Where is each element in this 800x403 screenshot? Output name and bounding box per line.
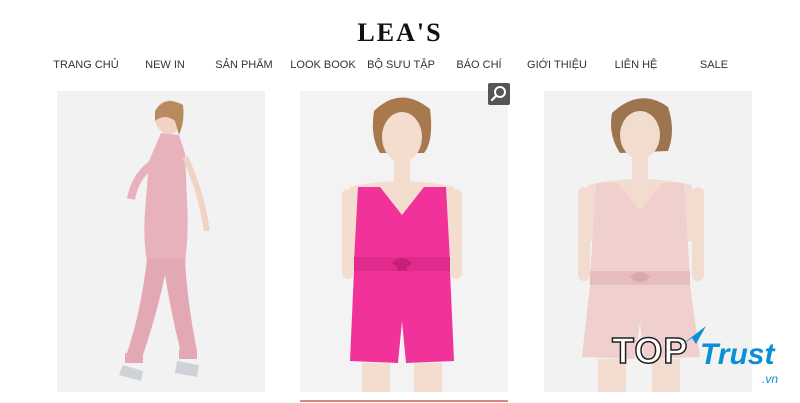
- nav-item-home[interactable]: TRANG CHỦ: [53, 59, 118, 71]
- search-icon: [490, 86, 506, 102]
- nav-item-lookbook[interactable]: LOOK BOOK: [290, 59, 355, 71]
- nav-item-about[interactable]: GIỚI THIỆU: [527, 59, 587, 71]
- nav-item-collection[interactable]: BỘ SƯU TẬP: [367, 59, 435, 71]
- zoom-button[interactable]: [488, 83, 510, 105]
- watermark-top-text: TOP: [611, 329, 689, 372]
- watermark-trust-text: Trust: [700, 338, 775, 371]
- main-nav: TRANG CHỦ NEW IN SẢN PHẨM LOOK BOOK BỘ S…: [0, 59, 800, 77]
- site-logo[interactable]: LEA'S: [0, 18, 800, 48]
- nav-item-products[interactable]: SẢN PHẨM: [215, 59, 272, 71]
- nav-item-press[interactable]: BÁO CHÍ: [456, 59, 501, 71]
- active-product-underline: [300, 400, 508, 402]
- nav-item-new-in[interactable]: NEW IN: [145, 59, 185, 71]
- product-card-2[interactable]: [300, 91, 508, 392]
- toptrust-watermark: TOP Trust .vn: [611, 326, 797, 400]
- product-card-1[interactable]: [57, 91, 265, 392]
- product-image-2: [300, 91, 508, 392]
- nav-item-contact[interactable]: LIÊN HỆ: [615, 59, 658, 71]
- nav-item-sale[interactable]: SALE: [700, 59, 728, 71]
- product-image-1: [57, 91, 265, 392]
- watermark-domain-text: .vn: [762, 372, 779, 386]
